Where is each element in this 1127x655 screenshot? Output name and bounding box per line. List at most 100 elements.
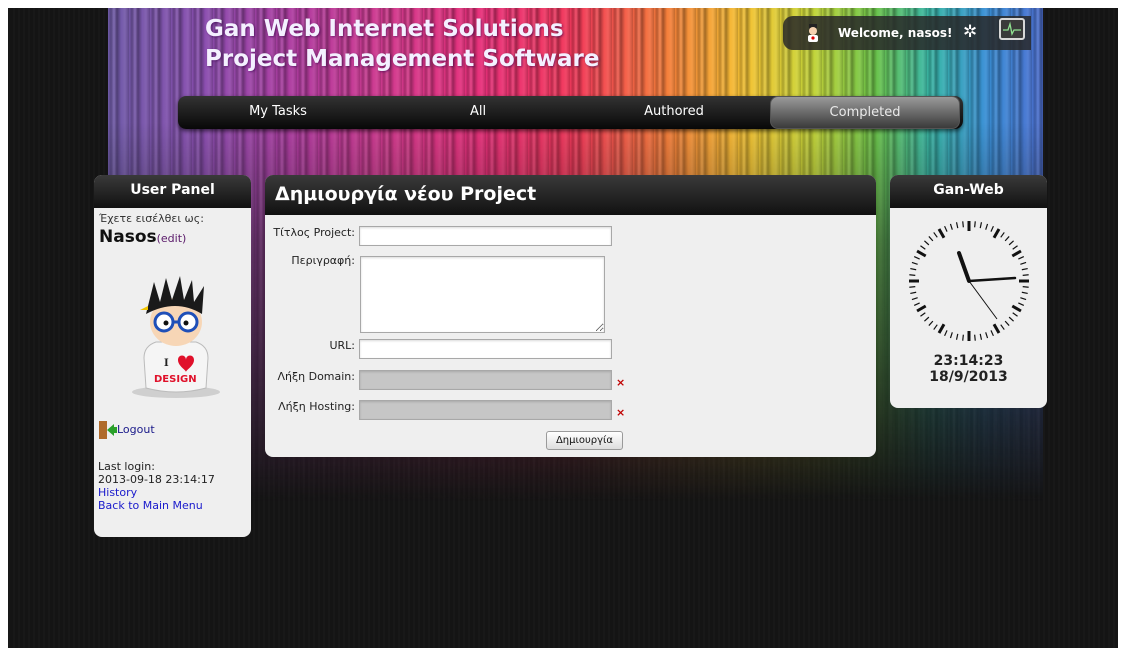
tab-my-tasks[interactable]: My Tasks [178, 96, 378, 129]
description-label: Περιγραφή: [291, 254, 355, 267]
last-login-info: Last login: 2013-09-18 23:14:17 History … [98, 460, 215, 512]
clock-tick [974, 221, 976, 228]
create-project-button[interactable]: Δημιουργία [546, 431, 623, 450]
clock-tick [1000, 324, 1005, 330]
clock-tick [992, 228, 1001, 239]
back-to-main-menu-link[interactable]: Back to Main Menu [98, 499, 215, 512]
clock-tick [937, 323, 946, 334]
clock-tick [924, 240, 930, 246]
clock-tick [1018, 302, 1025, 306]
domain-expiry-input[interactable] [359, 370, 612, 390]
create-project-panel: Δημιουργία νέου Project Τίτλος Project: … [265, 175, 876, 457]
clock-tick [955, 333, 959, 340]
clock-tick [944, 330, 948, 337]
edit-profile-link[interactable]: (edit) [157, 232, 187, 245]
analog-clock-icon [909, 221, 1029, 341]
svg-text:I: I [164, 358, 169, 369]
clock-tick [974, 334, 976, 341]
clock-tick [1021, 291, 1028, 295]
clock-tick [911, 261, 918, 265]
history-link[interactable]: History [98, 486, 215, 499]
logout-label[interactable]: Logout [117, 423, 155, 436]
svg-text:DESIGN: DESIGN [154, 374, 197, 385]
clock-tick [1011, 304, 1022, 313]
clock-tick [933, 324, 938, 330]
clock-tick [928, 236, 934, 242]
clock-tick [1022, 274, 1029, 276]
logout-link[interactable]: Logout [97, 420, 155, 440]
username: Nasos [99, 227, 157, 247]
clock-readout: 23:14:23 18/9/2013 [890, 353, 1047, 385]
create-project-title: Δημιουργία νέου Project [265, 175, 876, 215]
site-title: Gan Web Internet Solutions Project Manag… [205, 14, 600, 74]
clock-panel: Gan-Web 23:14:23 18/9/2013 [890, 175, 1047, 408]
clock-tick [1020, 261, 1027, 265]
clock-tick [992, 323, 1001, 334]
clock-tick [1008, 240, 1014, 246]
clock-tick [1020, 297, 1027, 301]
last-login-label: Last login: [98, 460, 155, 473]
page-background: Gan Web Internet Solutions Project Manag… [8, 8, 1118, 648]
clock-tick [949, 332, 953, 339]
project-title-input[interactable] [359, 226, 612, 246]
clock-tick [909, 274, 916, 276]
clock-tick [913, 302, 920, 306]
clear-domain-icon[interactable]: × [616, 376, 625, 389]
clock-tick [1004, 236, 1010, 242]
clock-tick [1022, 286, 1029, 288]
clear-hosting-icon[interactable]: × [616, 406, 625, 419]
site-title-line1: Gan Web Internet Solutions [205, 16, 564, 42]
clock-tick [911, 297, 918, 301]
user-bar: Welcome, nasos! ✲ [783, 16, 1031, 50]
url-input[interactable] [359, 339, 612, 359]
clock-tick [962, 221, 964, 228]
clock-tick [924, 316, 930, 322]
clock-tick [985, 223, 989, 230]
logged-as-label: Έχετε εισέλθει ως: [99, 212, 204, 225]
clock-panel-title: Gan-Web [890, 175, 1047, 208]
domain-expiry-label: Λήξη Domain: [277, 370, 356, 383]
welcome-text: Welcome, nasos! [838, 26, 953, 40]
clock-tick [1012, 245, 1018, 250]
clock-tick [928, 320, 934, 326]
clock-tick [1008, 316, 1014, 322]
user-avatar-image: I DESIGN [132, 276, 220, 398]
clock-tick [962, 334, 964, 341]
user-panel: User Panel Έχετε εισέλθει ως: Nasos(edit… [94, 175, 251, 537]
clock-tick [1012, 312, 1018, 317]
clock-tick [1021, 267, 1028, 271]
clock-tick [920, 245, 926, 250]
clock-tick [955, 222, 959, 229]
username-display: Nasos(edit) [99, 227, 246, 247]
url-label: URL: [329, 339, 355, 352]
tab-authored[interactable]: Authored [578, 96, 770, 129]
clock-tick [920, 312, 926, 317]
clock-tick [990, 225, 994, 232]
tab-all[interactable]: All [378, 96, 578, 129]
gear-icon[interactable]: ✲ [963, 22, 977, 42]
site-title-line2: Project Management Software [205, 46, 600, 72]
user-avatar-icon [808, 24, 818, 42]
description-textarea[interactable] [360, 256, 605, 333]
clock-tick [933, 232, 938, 238]
hosting-expiry-input[interactable] [359, 400, 612, 420]
logout-door-icon [99, 421, 117, 439]
last-login-value: 2013-09-18 23:14:17 [98, 473, 215, 486]
activity-monitor-icon[interactable] [999, 18, 1025, 40]
clock-tick [990, 330, 994, 337]
tab-completed[interactable]: Completed [770, 96, 960, 129]
clock-tick [909, 286, 916, 288]
hosting-expiry-label: Λήξη Hosting: [278, 400, 355, 413]
clock-tick [944, 225, 948, 232]
clock-time: 23:14:23 [933, 353, 1004, 369]
clock-tick [937, 228, 946, 239]
clock-tick [985, 332, 989, 339]
clock-tick [979, 222, 983, 229]
clock-tick [1004, 320, 1010, 326]
clock-tick [910, 291, 917, 295]
clock-tick [913, 256, 920, 260]
project-title-label: Τίτλος Project: [273, 226, 355, 239]
clock-tick [949, 223, 953, 230]
main-nav: My Tasks All Authored Completed [178, 96, 963, 129]
user-panel-title: User Panel [94, 175, 251, 208]
